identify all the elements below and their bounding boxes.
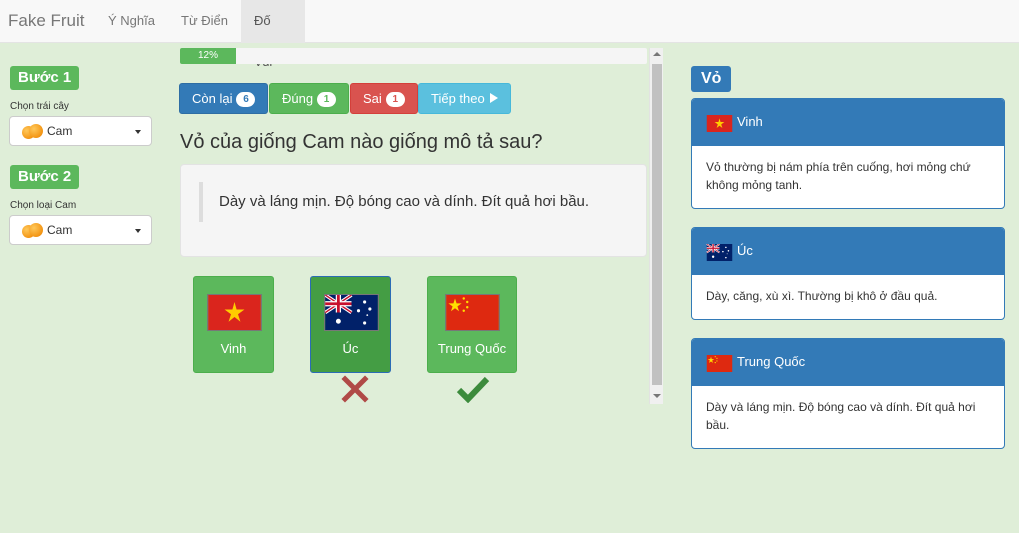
section-title-vo: Vỏ (691, 66, 732, 92)
play-icon (489, 93, 498, 103)
scroll-up-arrow-icon[interactable] (653, 52, 661, 56)
progress-bar-fill: 12% (180, 48, 237, 64)
nav-item-tu-dien[interactable]: Từ Điển (168, 0, 241, 43)
scroll-down-arrow-icon[interactable] (653, 394, 661, 398)
vietnam-flag-icon (207, 294, 262, 331)
wrong-mark-icon (341, 375, 369, 403)
top-navbar: Fake Fruit Ý Nghĩa Từ Điển Đố Vui (0, 0, 1019, 69)
option-label: Trung Quốc (437, 341, 507, 356)
description-well: Dày và láng mịn. Độ bóng cao và dính. Đí… (180, 164, 647, 257)
next-button[interactable]: Tiếp theo (418, 83, 511, 114)
description-text: Dày và láng mịn. Độ bóng cao và dính. Đí… (219, 193, 590, 210)
panel-title: Trung Quốc (737, 354, 806, 369)
step2-badge: Bước 2 (10, 165, 80, 189)
option-label: Úc (342, 341, 359, 356)
australia-flag-icon (706, 244, 733, 261)
china-flag-icon (445, 294, 500, 331)
wrong-label: Sai (363, 91, 382, 106)
correct-label: Đúng (282, 91, 314, 106)
remaining-label: Còn lại (192, 91, 233, 106)
panel-body: Vỏ thường bị nám phía trên cuống, hơi mỏ… (706, 160, 971, 192)
variety-select[interactable]: Cam (9, 215, 152, 245)
quiz-progress: 12% (180, 48, 647, 64)
step1-badge: Bước 1 (10, 66, 80, 90)
brand-logo[interactable]: Fake Fruit (8, 11, 85, 31)
fruit-select-value: Cam (47, 124, 73, 138)
orange-icon (22, 223, 44, 239)
chevron-down-icon (135, 229, 141, 233)
step2-label: Chọn loại Cam (10, 200, 77, 211)
variety-select-value: Cam (47, 223, 73, 237)
china-flag-icon (706, 355, 733, 372)
wrong-count-badge: 1 (385, 92, 405, 107)
correct-count-badge: 1 (317, 92, 337, 107)
fruit-select[interactable]: Cam (9, 116, 152, 146)
panel-heading: Trung Quốc (692, 339, 1004, 386)
panel-title: Vinh (737, 114, 763, 129)
scrollbar-thumb[interactable] (652, 64, 662, 385)
nav-item-y-nghia[interactable]: Ý Nghĩa (95, 0, 168, 43)
orange-icon (22, 124, 44, 140)
correct-mark-icon (456, 376, 490, 403)
panel-heading: Vinh (692, 99, 1004, 146)
option-card-uc[interactable]: Úc (310, 276, 391, 373)
remaining-button[interactable]: Còn lại 6 (179, 83, 269, 114)
blockquote-bar (199, 182, 203, 222)
vietnam-flag-icon (706, 115, 733, 132)
info-panel-trung-quoc: Trung Quốc Dày và láng mịn. Độ bóng cao … (691, 338, 1005, 449)
quiz-scrollbar[interactable] (649, 48, 663, 404)
info-panel-vinh: Vinh Vỏ thường bị nám phía trên cuống, h… (691, 98, 1005, 209)
chevron-down-icon (135, 130, 141, 134)
info-panel-uc: Úc Dày, căng, xù xì. Thường bị khô ở đầu… (691, 227, 1005, 320)
step1-label: Chọn trái cây (10, 101, 69, 112)
panel-body: Dày và láng mịn. Độ bóng cao và dính. Đí… (706, 400, 976, 432)
panel-body: Dày, căng, xù xì. Thường bị khô ở đầu qu… (706, 289, 938, 303)
panel-title: Úc (737, 243, 753, 258)
next-label: Tiếp theo (431, 91, 485, 106)
remaining-count-badge: 6 (236, 92, 256, 107)
correct-button[interactable]: Đúng 1 (269, 83, 350, 114)
option-card-vinh[interactable]: Vinh (193, 276, 274, 373)
panel-heading: Úc (692, 228, 1004, 275)
nav-item-do-vui[interactable]: Đố Vui (241, 0, 305, 69)
quiz-question: Vỏ của giống Cam nào giống mô tả sau? (180, 131, 543, 153)
option-label: Vinh (220, 341, 247, 356)
wrong-button[interactable]: Sai 1 (350, 83, 418, 114)
australia-flag-icon (324, 294, 379, 331)
option-card-trung-quoc[interactable]: Trung Quốc (427, 276, 517, 373)
